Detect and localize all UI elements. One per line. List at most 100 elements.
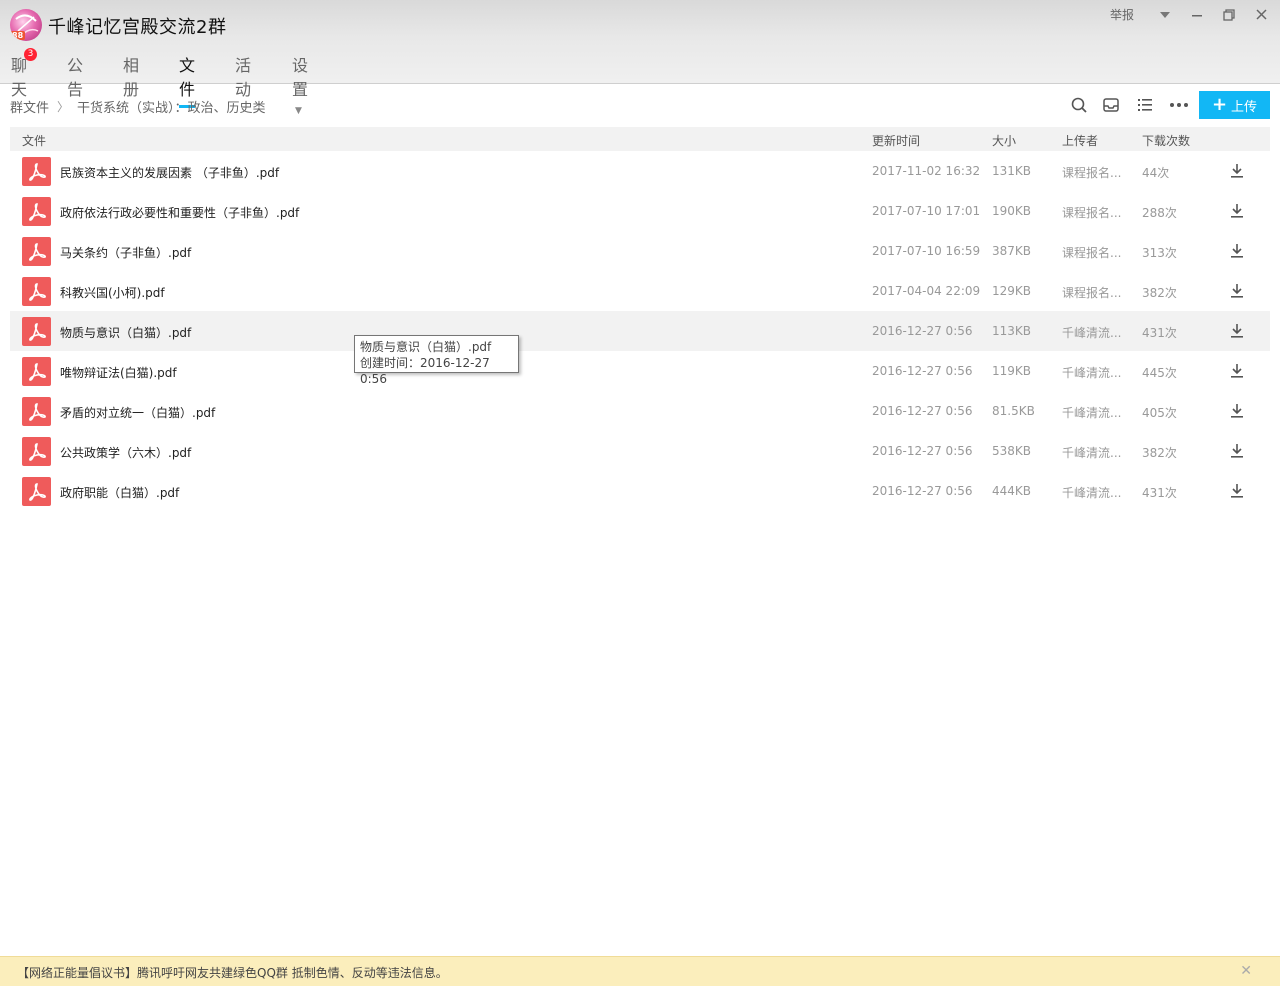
download-icon[interactable]: [1227, 201, 1247, 221]
file-name[interactable]: 公共政策学（六木）.pdf: [60, 444, 191, 461]
file-uploader[interactable]: 千峰清流...: [1062, 444, 1121, 461]
file-time: 2016-12-27 0:56: [872, 364, 973, 378]
download-icon[interactable]: [1227, 241, 1247, 261]
file-name[interactable]: 矛盾的对立统一（白猫）.pdf: [60, 404, 215, 421]
download-icon[interactable]: [1227, 161, 1247, 181]
unread-badge: 3: [24, 48, 38, 61]
file-time: 2016-12-27 0:56: [872, 324, 973, 338]
more-icon[interactable]: [1169, 95, 1189, 115]
file-name[interactable]: 唯物辩证法(白猫).pdf: [60, 364, 177, 381]
download-icon[interactable]: [1227, 401, 1247, 421]
file-name[interactable]: 马关条约（子非鱼）.pdf: [60, 244, 191, 261]
upload-button[interactable]: + 上传: [1199, 91, 1270, 119]
download-icon[interactable]: [1227, 481, 1247, 501]
plus-icon: +: [1211, 94, 1228, 115]
file-uploader[interactable]: 千峰清流...: [1062, 404, 1121, 421]
file-uploader[interactable]: 课程报名...: [1062, 164, 1121, 181]
window-controls: 举报: [1110, 6, 1272, 23]
breadcrumb: 群文件 〉 干货系统（实战）：政治、历史类: [10, 97, 266, 116]
file-name[interactable]: 政府职能（白猫）.pdf: [60, 484, 179, 501]
file-row[interactable]: 马关条约（子非鱼）.pdf 2017-07-10 16:59 387KB 课程报…: [10, 231, 1270, 271]
breadcrumb-current: 干货系统（实战）：政治、历史类: [77, 101, 266, 116]
file-size: 119KB: [992, 364, 1032, 378]
pdf-file-icon: [22, 317, 51, 346]
download-count: 445次: [1142, 366, 1177, 380]
group-avatar[interactable]: 88: [10, 9, 42, 41]
download-count: 431次: [1142, 486, 1177, 500]
file-size: 81.5KB: [992, 404, 1035, 418]
download-count: 313次: [1142, 246, 1177, 260]
download-icon[interactable]: [1227, 281, 1247, 301]
file-time: 2016-12-27 0:56: [872, 484, 973, 498]
file-name[interactable]: 物质与意识（白猫）.pdf: [60, 324, 191, 341]
file-size: 131KB: [992, 164, 1032, 178]
notice-bar: 【网络正能量倡议书】腾讯呼吁网友共建绿色QQ群 抵制色情、反动等违法信息。 ✕: [0, 956, 1280, 986]
file-row[interactable]: 唯物辩证法(白猫).pdf 2016-12-27 0:56 119KB 千峰清流…: [10, 351, 1270, 391]
file-row[interactable]: 政府职能（白猫）.pdf 2016-12-27 0:56 444KB 千峰清流.…: [10, 471, 1270, 511]
file-size: 538KB: [992, 444, 1032, 458]
file-time: 2017-07-10 17:01: [872, 204, 981, 218]
download-count: 382次: [1142, 446, 1177, 460]
minimize-icon[interactable]: [1186, 7, 1208, 23]
file-size: 113KB: [992, 324, 1032, 338]
file-name[interactable]: 民族资本主义的发展因素 （子非鱼）.pdf: [60, 164, 279, 181]
avatar-level-badge: 88: [10, 31, 26, 40]
tooltip-created-time: 创建时间：2016-12-27 0:56: [360, 356, 490, 386]
pdf-file-icon: [22, 397, 51, 426]
column-updated[interactable]: 更新时间: [872, 132, 920, 149]
column-uploader[interactable]: 上传者: [1062, 132, 1098, 149]
file-row[interactable]: 矛盾的对立统一（白猫）.pdf 2016-12-27 0:56 81.5KB 千…: [10, 391, 1270, 431]
file-row[interactable]: 物质与意识（白猫）.pdf 2016-12-27 0:56 113KB 千峰清流…: [10, 311, 1270, 351]
column-size[interactable]: 大小: [992, 132, 1016, 149]
download-count: 44次: [1142, 166, 1170, 180]
pdf-file-icon: [22, 197, 51, 226]
close-notice-icon[interactable]: ✕: [1240, 963, 1252, 979]
file-size: 387KB: [992, 244, 1032, 258]
download-count: 382次: [1142, 286, 1177, 300]
column-file[interactable]: 文件: [22, 132, 46, 149]
file-uploader[interactable]: 千峰清流...: [1062, 484, 1121, 501]
pdf-file-icon: [22, 357, 51, 386]
file-row[interactable]: 公共政策学（六木）.pdf 2016-12-27 0:56 538KB 千峰清流…: [10, 431, 1270, 471]
report-link[interactable]: 举报: [1110, 6, 1134, 23]
inbox-icon[interactable]: [1101, 95, 1121, 115]
pdf-file-icon: [22, 237, 51, 266]
dropdown-icon[interactable]: [1154, 7, 1176, 23]
file-size: 444KB: [992, 484, 1032, 498]
file-tooltip: 物质与意识（白猫）.pdf 创建时间：2016-12-27 0:56: [354, 335, 519, 386]
notice-text[interactable]: 【网络正能量倡议书】腾讯呼吁网友共建绿色QQ群 抵制色情、反动等违法信息。: [17, 964, 448, 981]
pdf-file-icon: [22, 437, 51, 466]
restore-icon[interactable]: [1218, 7, 1240, 23]
file-row[interactable]: 民族资本主义的发展因素 （子非鱼）.pdf 2017-11-02 16:32 1…: [10, 151, 1270, 191]
file-table-header: 文件 更新时间 大小 上传者 下载次数: [10, 127, 1270, 151]
file-toolbar: 群文件 〉 干货系统（实战）：政治、历史类 + 上传: [0, 84, 1280, 126]
breadcrumb-root[interactable]: 群文件: [10, 97, 49, 116]
tooltip-filename: 物质与意识（白猫）.pdf: [360, 340, 492, 354]
file-time: 2016-12-27 0:56: [872, 444, 973, 458]
file-name[interactable]: 政府依法行政必要性和重要性（子非鱼）.pdf: [60, 204, 299, 221]
file-time: 2017-11-02 16:32: [872, 164, 981, 178]
pdf-file-icon: [22, 477, 51, 506]
file-size: 190KB: [992, 204, 1032, 218]
file-row[interactable]: 政府依法行政必要性和重要性（子非鱼）.pdf 2017-07-10 17:01 …: [10, 191, 1270, 231]
file-uploader[interactable]: 千峰清流...: [1062, 324, 1121, 341]
column-downloads[interactable]: 下载次数: [1142, 132, 1190, 149]
file-uploader[interactable]: 课程报名...: [1062, 244, 1121, 261]
file-uploader[interactable]: 千峰清流...: [1062, 364, 1121, 381]
pdf-file-icon: [22, 157, 51, 186]
download-icon[interactable]: [1227, 321, 1247, 341]
file-time: 2017-07-10 16:59: [872, 244, 981, 258]
group-title: 千峰记忆宫殿交流2群: [48, 17, 227, 38]
download-icon[interactable]: [1227, 441, 1247, 461]
window-header: 88 千峰记忆宫殿交流2群 举报 聊天 3 公告 相册 文件 活动 设置▼: [0, 0, 1280, 116]
upload-label: 上传: [1231, 99, 1258, 115]
search-icon[interactable]: [1069, 95, 1089, 115]
download-icon[interactable]: [1227, 361, 1247, 381]
file-row[interactable]: 科教兴国(小柯).pdf 2017-04-04 22:09 129KB 课程报名…: [10, 271, 1270, 311]
close-icon[interactable]: [1250, 7, 1272, 23]
file-time: 2016-12-27 0:56: [872, 404, 973, 418]
file-uploader[interactable]: 课程报名...: [1062, 204, 1121, 221]
file-name[interactable]: 科教兴国(小柯).pdf: [60, 284, 165, 301]
list-view-icon[interactable]: [1135, 95, 1155, 115]
file-uploader[interactable]: 课程报名...: [1062, 284, 1121, 301]
